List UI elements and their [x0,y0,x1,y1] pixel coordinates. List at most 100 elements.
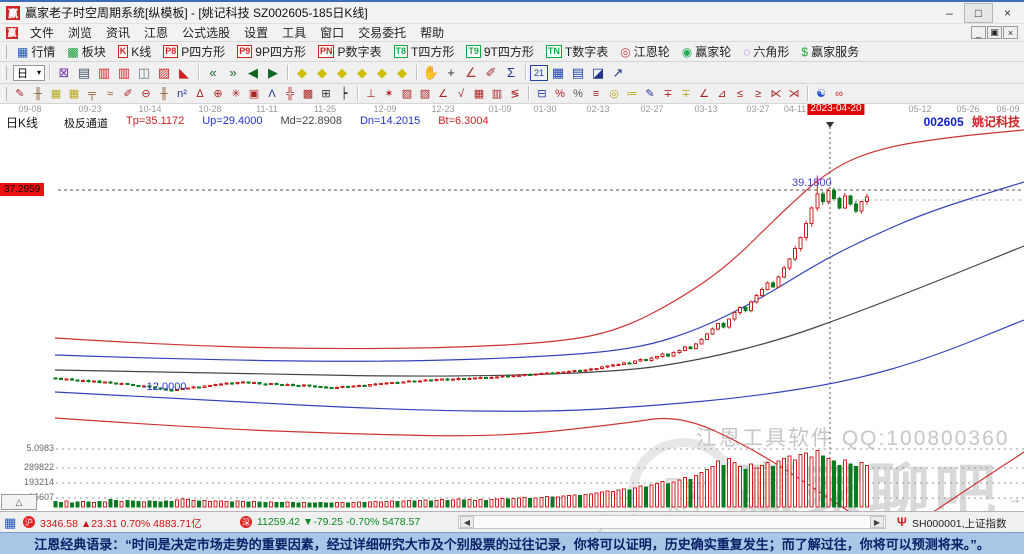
dense-grid-icon[interactable]: ▩ [299,86,317,102]
module-winner-wheel[interactable]: ◉赢家轮 [676,43,738,60]
module-9t-square[interactable]: T99T四方形 [460,43,540,60]
price-level-icon[interactable]: ╤ [83,86,101,102]
marker-tool-icon[interactable]: ✐ [481,64,501,82]
angle-tool-icon[interactable]: ∠ [461,64,481,82]
ellipse-icon[interactable]: ⊖ [137,86,155,102]
expand-all-icon[interactable]: ◆ [392,64,412,82]
gradient-icon[interactable]: ◣ [174,64,194,82]
fib-levels-icon[interactable]: ≡ [587,86,605,102]
gann-box-icon[interactable]: ⊟ [533,86,551,102]
menu-item-settings[interactable]: 设置 [237,24,275,41]
stats-tool-icon[interactable]: Σ [501,64,521,82]
ruler-grid-icon[interactable]: ╫ [155,86,173,102]
period-selector[interactable]: 日▾ [13,65,45,81]
module-p-number-table[interactable]: PNP数字表 [312,43,388,60]
circle-cross-icon[interactable]: ⊕ [209,86,227,102]
first-bar-icon[interactable]: « [203,64,223,82]
scroll-right-arrow-icon[interactable]: ▶ [870,516,884,528]
pane-toggle-button[interactable]: △ [1,494,37,510]
prev-bar-icon[interactable]: ◀ [243,64,263,82]
percent-retrace-icon[interactable]: % [551,86,569,102]
filled-grid-icon[interactable]: ▣ [245,86,263,102]
zigzag-icon[interactable]: Λ [263,86,281,102]
check-line-icon[interactable]: √ [452,86,470,102]
quote-scrollbar[interactable]: ◀ ▶ [458,515,886,529]
export-icon[interactable]: ↗ [608,64,628,82]
kline-chart[interactable] [0,104,1024,511]
annotate-pen-icon[interactable]: ✎ [641,86,659,102]
extend-left-icon[interactable]: ⋉ [767,86,785,102]
tripod-icon[interactable]: ⊥ [362,86,380,102]
hatch-box2-icon[interactable]: ▧ [416,86,434,102]
last-bar-icon[interactable]: » [223,64,243,82]
mdi-restore-button[interactable]: ▣ [987,26,1002,39]
expand-x-icon[interactable]: ◆ [312,64,332,82]
menu-item-news[interactable]: 资讯 [99,24,137,41]
menu-item-tools[interactable]: 工具 [275,24,313,41]
mdi-close-button[interactable]: × [1003,26,1018,39]
menu-item-formula-picker[interactable]: 公式选股 [175,24,237,41]
minimize-button[interactable]: – [935,3,964,23]
time-grid2-icon[interactable]: ▦ [65,86,83,102]
module-gann-wheel[interactable]: ◎江恩轮 [614,43,676,60]
compress-y-icon[interactable]: ◆ [332,64,352,82]
percent2-icon[interactable]: % [569,86,587,102]
calendar-icon[interactable]: 21 [530,65,548,81]
pattern-window-icon[interactable]: ⊠ [54,64,74,82]
parallel2-icon[interactable]: ∓ [677,86,695,102]
notes-icon[interactable]: ▤ [568,64,588,82]
module-quotes[interactable]: ▦行情 [11,43,61,60]
mdi-minimize-button[interactable]: _ [971,26,986,39]
expand-y-icon[interactable]: ◆ [352,64,372,82]
invert-kline-icon[interactable]: ▨ [154,64,174,82]
save-icon[interactable]: ◪ [588,64,608,82]
hatch-box-icon[interactable]: ▨ [398,86,416,102]
box-grid-icon[interactable]: ⊞ [317,86,335,102]
calculator-icon[interactable]: ▦ [548,64,568,82]
menu-item-file[interactable]: 文件 [23,24,61,41]
marker-pen-icon[interactable]: ✐ [119,86,137,102]
maximize-button[interactable]: □ [964,3,993,23]
grid-red-icon[interactable]: ▦ [470,86,488,102]
time-grid-icon[interactable]: ▦ [47,86,65,102]
star-burst-icon[interactable]: ✳ [227,86,245,102]
menu-item-trade-entrust[interactable]: 交易委托 [351,24,413,41]
yinyang-icon[interactable]: ☯ [812,86,830,102]
angle-measure-icon[interactable]: ∠ [695,86,713,102]
module-kline[interactable]: KK线 [112,43,158,60]
crosshair-tool-icon[interactable]: + [441,64,461,82]
compress-x-icon[interactable]: ◆ [292,64,312,82]
trend-lines-icon[interactable]: ≶ [506,86,524,102]
menu-item-window[interactable]: 窗口 [313,24,351,41]
parallel-lines-icon[interactable]: ∓ [659,86,677,102]
grid-red2-icon[interactable]: ▥ [488,86,506,102]
tee-icon[interactable]: ┝ [335,86,353,102]
next-bar-icon[interactable]: ▶ [263,64,283,82]
menu-item-browse[interactable]: 浏览 [61,24,99,41]
golden-circle-icon[interactable]: ◎ [605,86,623,102]
ray-fan-icon[interactable]: ✶ [380,86,398,102]
compress-all-icon[interactable]: ◆ [372,64,392,82]
draw-pencil-icon[interactable]: ✎ [11,86,29,102]
infinity-icon[interactable]: ∞ [830,86,848,102]
spiral-icon[interactable]: ≈ [101,86,119,102]
angle-fan-icon[interactable]: ∆ [191,86,209,102]
n-square-icon[interactable]: n² [173,86,191,102]
gann-line-icon[interactable]: ╫ [29,86,47,102]
cylinder-icon[interactable]: ◫ [134,64,154,82]
close-button[interactable]: × [993,3,1022,23]
scroll-left-arrow-icon[interactable]: ◀ [460,516,474,528]
info-panel-icon[interactable]: ▤ [74,64,94,82]
kline-style-icon[interactable]: ▥ [94,64,114,82]
module-hexagon[interactable]: ◌六角形 [737,43,795,60]
golden-levels-icon[interactable]: ≔ [623,86,641,102]
channel-up-icon[interactable]: ≤ [731,86,749,102]
module-sectors[interactable]: ▩板块 [61,43,111,60]
module-t-square[interactable]: T8T四方形 [388,43,461,60]
chart-canvas[interactable]: 江恩工具软件 QQ:100800360 财 赢家聊吧 09-0809-2310-… [0,104,1024,511]
module-winner-service[interactable]: $赢家服务 [795,43,865,60]
lattice-icon[interactable]: ╬ [281,86,299,102]
wedge-icon[interactable]: ⊿ [713,86,731,102]
channel-down-icon[interactable]: ≥ [749,86,767,102]
menu-item-help[interactable]: 帮助 [413,24,451,41]
